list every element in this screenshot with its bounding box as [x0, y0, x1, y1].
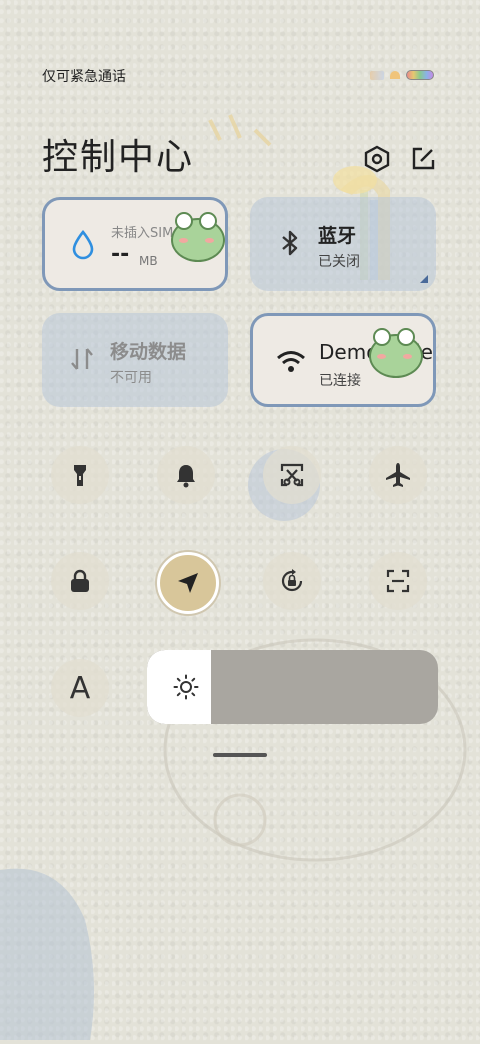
lock-icon: [71, 569, 89, 592]
font-size-button[interactable]: A: [51, 659, 109, 717]
background-frog-outline-decoration: [150, 600, 480, 880]
bluetooth-status: 已关闭: [318, 254, 360, 270]
mobile-data-icon: [71, 348, 93, 370]
wifi-icon: [277, 351, 305, 372]
edit-icon: [412, 147, 435, 170]
airplane-icon: [386, 463, 410, 487]
data-usage-tile[interactable]: 未插入SIM卡 -- MB: [42, 197, 228, 291]
location-toggle[interactable]: [157, 552, 219, 614]
signal-icon: [370, 70, 384, 80]
frog-sticker-decoration: [365, 326, 423, 388]
background-star-decoration: [200, 110, 280, 170]
bluetooth-tile[interactable]: 蓝牙 已关闭: [250, 197, 436, 291]
emergency-calls-only-text: 仅可紧急通话: [42, 69, 126, 85]
airplane-mode-toggle[interactable]: [369, 446, 427, 504]
page-title: 控制中心: [42, 137, 195, 178]
settings-hexagon-icon: [364, 145, 390, 173]
flashlight-icon: [74, 465, 86, 486]
edit-button[interactable]: [408, 144, 438, 174]
sun-icon: [173, 674, 199, 700]
data-usage-value: --: [111, 242, 130, 267]
brightness-slider[interactable]: [147, 650, 438, 724]
location-arrow-icon: [178, 573, 198, 593]
ring-toggle[interactable]: [157, 446, 215, 504]
status-icons: [370, 70, 434, 80]
scan-icon: [386, 569, 410, 593]
rotation-lock-toggle[interactable]: [263, 552, 321, 610]
scan-toggle[interactable]: [369, 552, 427, 610]
wifi-status: 已连接: [319, 373, 361, 389]
expand-corner-icon: [420, 275, 428, 283]
lock-screen-toggle[interactable]: [51, 552, 109, 610]
mobile-data-title: 移动数据: [110, 341, 187, 363]
frog-sticker-decoration: [167, 210, 225, 272]
screenshot-icon: [280, 463, 304, 487]
wifi-status-icon: [390, 71, 400, 79]
screenshot-toggle[interactable]: [263, 446, 321, 504]
drag-handle[interactable]: [213, 753, 267, 757]
font-size-icon: A: [69, 670, 91, 706]
mobile-data-status: 不可用: [110, 370, 152, 386]
bluetooth-icon: [282, 230, 298, 256]
bell-icon: [177, 465, 195, 488]
bluetooth-title: 蓝牙: [318, 225, 357, 247]
battery-icon: [406, 70, 434, 80]
wifi-tile[interactable]: DemoMode 已连接: [250, 313, 436, 407]
water-drop-icon: [72, 229, 94, 260]
mobile-data-tile[interactable]: 移动数据 不可用: [42, 313, 228, 407]
background-blob-decoration: [0, 860, 95, 1040]
rotation-lock-icon: [281, 569, 303, 592]
flashlight-toggle[interactable]: [51, 446, 109, 504]
data-usage-unit: MB: [139, 254, 158, 268]
settings-button[interactable]: [362, 144, 392, 174]
